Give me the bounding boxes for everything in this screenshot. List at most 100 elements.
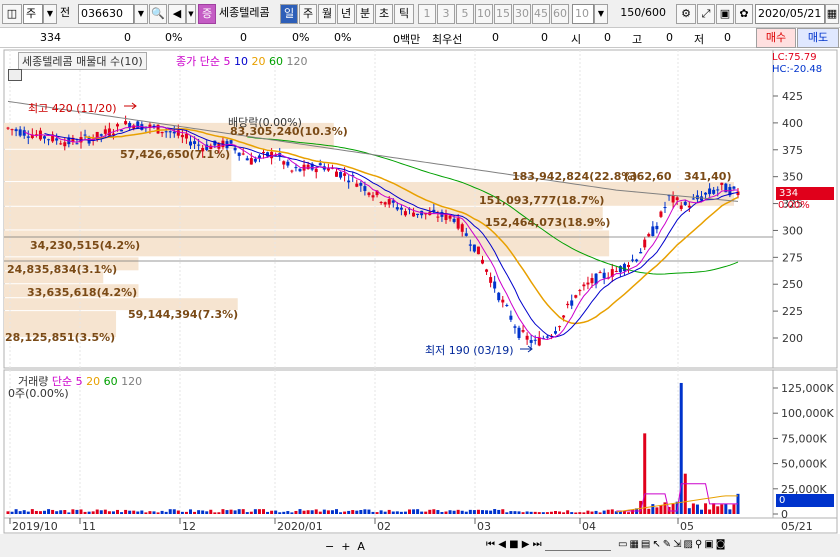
period-second[interactable]: 초 — [375, 4, 393, 24]
tool-search-icon[interactable]: ⚲ — [695, 539, 704, 550]
grid-toggle-icon[interactable] — [8, 69, 22, 81]
candle-body — [562, 315, 566, 318]
ma120-label: 120 — [286, 55, 308, 68]
candle-body — [43, 136, 46, 139]
volume-panel-frame — [3, 369, 774, 519]
stop-icon[interactable]: ■ — [509, 539, 518, 550]
price-panel-title[interactable]: 세종텔레콤 매물대 수(10) — [18, 52, 147, 70]
x-axis-label: 11 — [82, 520, 96, 533]
num-30[interactable]: 30 — [513, 4, 531, 24]
volume-bar — [120, 512, 124, 514]
toolbar: ◫ 주 ▼ 전 036630 ▼ 🔍 ◀ ▼ 증 세종텔레콤 일 주 월 년 분… — [0, 0, 840, 28]
scroll-controls[interactable]: ⏮ ◀ ■ ▶ ⏭ — [486, 539, 542, 550]
volume-bar — [574, 512, 578, 514]
date-input[interactable]: 2020/05/21 — [755, 4, 825, 24]
volume-bar — [391, 511, 395, 514]
ma-legend: 종가 단순 5 10 20 60 120 — [176, 53, 307, 69]
period-tick[interactable]: 틱 — [394, 4, 414, 24]
num-10[interactable]: 10 — [475, 4, 493, 24]
volume-bar — [201, 510, 205, 514]
tool-save-icon[interactable]: ▣ — [704, 539, 715, 550]
period-year[interactable]: 년 — [337, 4, 355, 24]
play-icon[interactable]: ▶ — [522, 539, 530, 550]
interval-input[interactable]: 10 — [572, 4, 594, 24]
chart-menu-icon[interactable]: ◫ — [2, 4, 22, 24]
zoom-in-icon[interactable]: A — [354, 540, 365, 553]
interval-dropdown-icon[interactable]: ▼ — [594, 4, 608, 24]
speaker-dropdown-icon[interactable]: ▼ — [186, 4, 196, 24]
period-minute[interactable]: 분 — [356, 4, 374, 24]
volume-bar — [124, 509, 128, 514]
volume-bar — [416, 509, 420, 514]
num-60[interactable]: 60 — [551, 4, 569, 24]
chart-area[interactable]: 425 400 375 350 325 300 275 250 225 200 2019/10 11 1… — [0, 48, 840, 557]
search-icon[interactable]: 🔍 — [149, 4, 167, 24]
volume-bar — [558, 511, 562, 514]
period-month[interactable]: 월 — [318, 4, 336, 24]
volume-bar — [217, 512, 221, 514]
prev-icon[interactable]: ◀ — [498, 539, 506, 550]
candle-body — [383, 202, 387, 205]
volume-bar — [505, 512, 509, 514]
volume-bar — [116, 509, 119, 514]
num-5[interactable]: 5 — [456, 4, 474, 24]
calendar-icon[interactable]: ▦ — [825, 4, 839, 24]
tool-draw-icon[interactable]: ✎ — [663, 539, 673, 550]
tool-rect-icon[interactable]: ▭ — [618, 539, 629, 550]
candle-body — [160, 131, 164, 134]
chart-svg[interactable]: 4254003753503253002752502252002019/10 11 1… — [0, 48, 840, 557]
tool-grid-icon[interactable]: ▦ — [629, 539, 640, 550]
market-dropdown-icon[interactable]: ▼ — [43, 4, 57, 24]
profile-label-8: 57,426,650(7.1%) — [120, 148, 231, 161]
info-low-label: 저 — [694, 33, 705, 46]
candle-body — [622, 263, 626, 272]
save-icon[interactable]: ▣ — [716, 4, 734, 24]
candle-body — [314, 168, 318, 173]
drawing-tools[interactable]: ▭▦▤↖✎⇲▨⚲▣◙ — [618, 539, 727, 550]
volume-bar — [545, 512, 549, 514]
tool-camera-icon[interactable]: ◙ — [716, 539, 728, 550]
tools-icon[interactable]: ⚙ — [676, 4, 696, 24]
zoom-reset-icon[interactable]: + — [338, 540, 350, 553]
market-select[interactable]: 주 — [23, 4, 43, 24]
chart-type-icon[interactable]: ⤢ — [697, 4, 715, 24]
candle-body — [687, 205, 691, 208]
period-day[interactable]: 일 — [280, 4, 298, 24]
tool-line-icon[interactable]: ↖ — [652, 539, 662, 550]
tool-box-icon[interactable]: ▨ — [684, 539, 695, 550]
tool-fib-icon[interactable]: ▤ — [641, 539, 652, 550]
settings-icon[interactable]: ✿ — [735, 4, 753, 24]
volume-bar — [590, 511, 594, 514]
first-icon[interactable]: ⏮ — [486, 539, 495, 550]
num-45[interactable]: 45 — [532, 4, 550, 24]
info-pct2: 0% — [292, 31, 310, 44]
num-1[interactable]: 1 — [418, 4, 436, 24]
volume-bar — [75, 509, 79, 514]
code-input[interactable]: 036630 — [78, 4, 134, 24]
num-3[interactable]: 3 — [437, 4, 455, 24]
volume-bar — [160, 510, 164, 514]
scroll-slider[interactable] — [545, 539, 611, 551]
candle-body — [262, 151, 265, 153]
volume-bar — [87, 511, 91, 514]
zoom-out-icon[interactable]: − — [325, 540, 334, 553]
num-15[interactable]: 15 — [494, 4, 512, 24]
volume-bar — [237, 509, 241, 514]
profile-label-4: 34,230,515(4.2%) — [30, 239, 141, 252]
stock-badge: 증 — [198, 4, 216, 24]
zoom-controls[interactable]: − + A — [325, 540, 365, 553]
candle-body — [379, 202, 383, 204]
info-amount: 0백만 — [393, 33, 421, 46]
speaker-icon[interactable]: ◀ — [168, 4, 186, 24]
code-dropdown-icon[interactable]: ▼ — [134, 4, 148, 24]
last-icon[interactable]: ⏭ — [533, 539, 542, 550]
volume-bar — [712, 503, 716, 514]
volume-bar — [651, 504, 655, 514]
price-axis-label: 350 — [782, 171, 803, 184]
candle-body — [99, 134, 103, 136]
volume-bar — [79, 509, 83, 514]
period-week[interactable]: 주 — [299, 4, 317, 24]
tool-arrow-icon[interactable]: ⇲ — [673, 539, 683, 550]
sell-button[interactable]: 매도 — [797, 28, 839, 48]
buy-button[interactable]: 매수 — [756, 28, 796, 48]
